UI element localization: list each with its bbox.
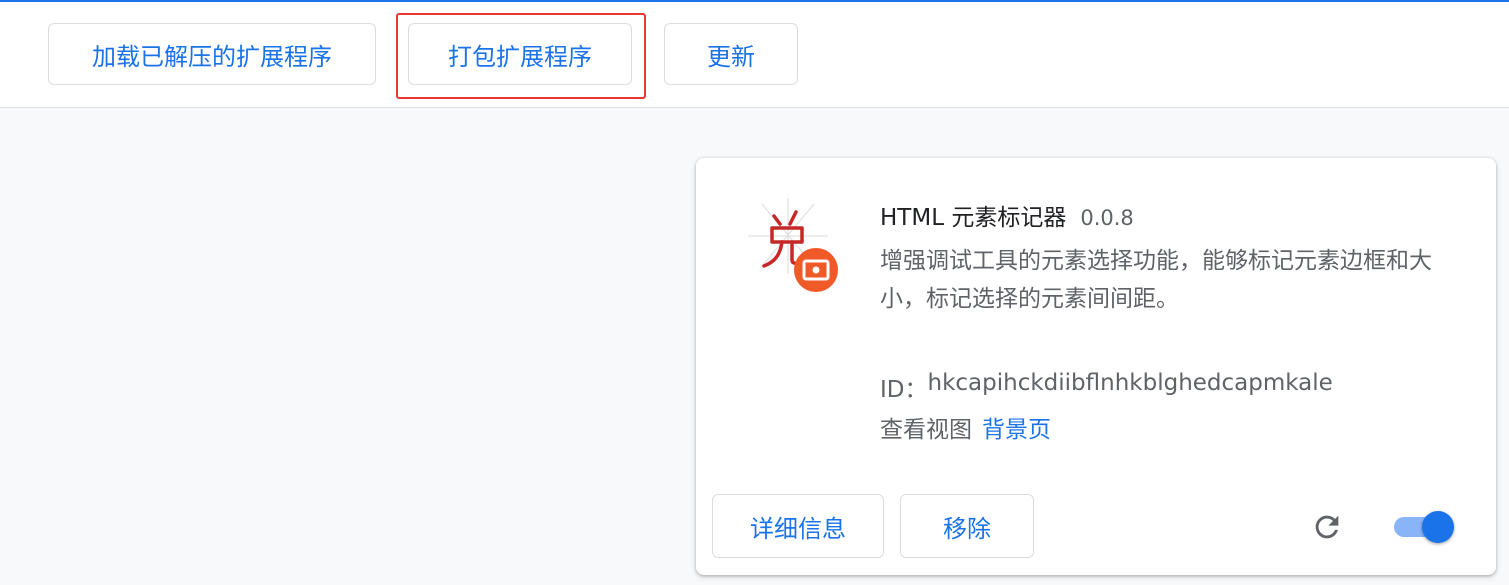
extension-title-row: HTML 元素标记器 0.0.8: [880, 198, 1134, 232]
details-button[interactable]: 详细信息: [712, 494, 884, 558]
extension-description: 增强调试工具的元素选择功能，能够标记元素边框和大小，标记选择的元素间间距。: [880, 248, 1432, 312]
extension-id-value: hkcapihckdiibflnhkblghedcapmkale: [927, 370, 1333, 396]
update-button[interactable]: 更新: [664, 23, 798, 85]
inspect-views-label: 查看视图: [880, 417, 972, 443]
background-page-link[interactable]: 背景页: [982, 410, 1051, 444]
extension-id-row: ID： hkcapihckdiibflnhkblghedcapmkale: [880, 370, 1333, 404]
toggle-knob: [1422, 511, 1454, 543]
extension-logo-icon: [744, 196, 844, 296]
pack-extension-button[interactable]: 打包扩展程序: [408, 23, 632, 85]
extension-name: HTML 元素标记器: [880, 205, 1067, 231]
developer-toolbar: 加载已解压的扩展程序 打包扩展程序 更新: [0, 2, 1509, 108]
extension-id-label: ID：: [880, 377, 928, 403]
inspect-views-row: 查看视图 背景页: [880, 410, 1051, 444]
load-unpacked-button[interactable]: 加载已解压的扩展程序: [48, 23, 376, 85]
extension-card: HTML 元素标记器 0.0.8 增强调试工具的元素选择功能，能够标记元素边框和…: [696, 158, 1496, 575]
enable-toggle[interactable]: [1392, 510, 1458, 544]
extension-version: 0.0.8: [1080, 206, 1134, 230]
remove-button[interactable]: 移除: [900, 494, 1034, 558]
reload-icon[interactable]: [1310, 510, 1344, 544]
